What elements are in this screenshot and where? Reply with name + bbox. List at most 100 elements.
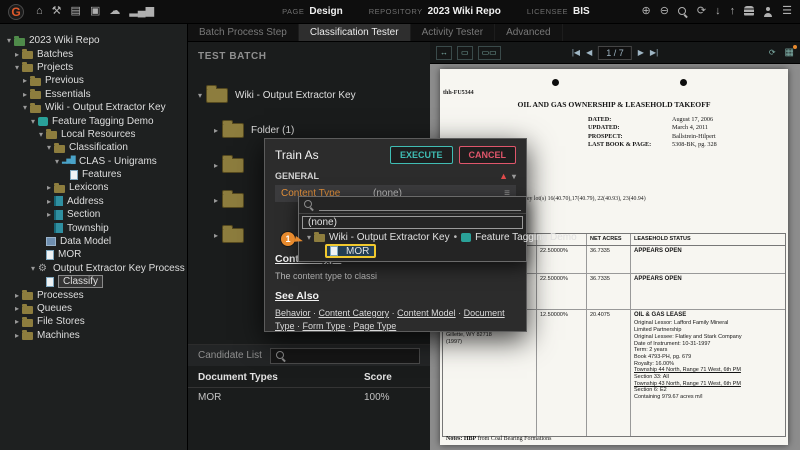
tree-item-local-resources[interactable]: ▾Local Resources — [0, 128, 187, 141]
expand-icon[interactable]: ▸ — [44, 197, 54, 206]
menu-icon[interactable]: ☰ — [782, 6, 792, 17]
expand-icon[interactable]: ▸ — [20, 76, 30, 85]
expand-icon[interactable]: ▸ — [12, 50, 22, 59]
repository-value[interactable]: 2023 Wiki Repo — [428, 6, 501, 17]
expand-icon[interactable]: ▸ — [12, 331, 22, 340]
child-node-label: Feature Tagging Demo — [475, 232, 577, 243]
thumbnails-icon[interactable]: ▦ — [785, 47, 794, 58]
zoom-out-icon[interactable]: ⊖ — [660, 6, 669, 17]
tab-activity-tester[interactable]: Activity Tester — [411, 24, 496, 41]
last-page-icon[interactable]: ▶| — [650, 48, 658, 57]
option-none[interactable]: (none) — [302, 216, 523, 229]
tree-item-township[interactable]: Township — [0, 221, 187, 234]
tree-item-label: Output Extractor Key Process — [53, 263, 185, 274]
upload-icon[interactable]: ↑ — [730, 6, 736, 17]
previous-page-icon[interactable]: ◀ — [586, 48, 592, 57]
tree-item-queues[interactable]: ▸Queues — [0, 302, 187, 315]
tree-item-wiki-output-extractor-key[interactable]: ▾Wiki - Output Extractor Key — [0, 101, 187, 114]
expand-icon[interactable]: ▸ — [210, 161, 222, 170]
collapse-icon[interactable]: ▾ — [194, 91, 206, 100]
tree-item-feature-tagging-demo[interactable]: ▾Feature Tagging Demo — [0, 114, 187, 127]
batch-folder-row[interactable]: ▾ Wiki - Output Extractor Key — [188, 78, 430, 113]
dialog-header: Train As EXECUTE CANCEL — [275, 146, 516, 164]
tree-item-clas-unigrams[interactable]: ▾CLAS - Unigrams — [0, 155, 187, 168]
collapse-icon[interactable]: ▾ — [44, 143, 54, 152]
collapse-icon[interactable]: ▾ — [304, 233, 314, 242]
tree-item-data-model[interactable]: Data Model — [0, 235, 187, 248]
collapse-icon[interactable]: ▾ — [4, 36, 14, 45]
tree-item-mor[interactable]: MOR — [0, 248, 187, 261]
dropdown-search-input[interactable] — [319, 199, 521, 211]
expand-icon[interactable]: ▸ — [12, 304, 22, 313]
tree-item-section[interactable]: ▸Section — [0, 208, 187, 221]
refresh-icon[interactable]: ⟳ — [697, 6, 706, 17]
rotate-icon[interactable]: ⟳ — [769, 48, 776, 57]
tree-item-label: Classify — [58, 275, 103, 288]
option-root-node[interactable]: ▾ Wiki - Output Extractor Key • Feature … — [299, 230, 526, 244]
tree-item-output-extractor-key-process[interactable]: ▾ Output Extractor Key Process — [0, 262, 187, 275]
candidate-row[interactable]: MOR 100% — [188, 388, 430, 407]
tree-item-file-stores[interactable]: ▸File Stores — [0, 315, 187, 328]
fit-width-icon[interactable]: ↔ — [436, 46, 452, 60]
tree-item-projects[interactable]: ▾Projects — [0, 61, 187, 74]
collapse-icon[interactable]: ▾ — [52, 157, 62, 166]
next-page-icon[interactable]: ▶ — [638, 48, 644, 57]
search-icon[interactable] — [678, 7, 688, 17]
tree-item-2023-wiki-repo[interactable]: ▾2023 Wiki Repo — [0, 34, 187, 47]
candidate-search-input[interactable] — [270, 348, 420, 364]
batches-icon[interactable]: ▤ — [71, 6, 81, 17]
tree-item-classify[interactable]: Classify — [0, 275, 187, 288]
expand-icon[interactable]: ▸ — [210, 196, 222, 205]
download-icon[interactable]: ↓ — [715, 6, 721, 17]
facing-pages-icon[interactable]: ▭▭ — [478, 46, 501, 60]
tree-item-classification[interactable]: ▾Classification — [0, 141, 187, 154]
expand-icon[interactable]: ▸ — [20, 90, 30, 99]
tab-advanced[interactable]: Advanced — [495, 24, 562, 41]
collapse-icon[interactable]: ▾ — [28, 264, 38, 273]
expand-icon[interactable]: ▸ — [210, 231, 222, 240]
tools-icon[interactable]: ⚒ — [52, 6, 62, 17]
execute-button[interactable]: EXECUTE — [390, 146, 453, 164]
chevron-down-icon[interactable]: ▾ — [512, 172, 516, 181]
collapse-icon[interactable]: ▾ — [28, 117, 38, 126]
collapse-icon[interactable]: ▾ — [12, 63, 22, 72]
page-indicator[interactable]: 1 / 7 — [598, 46, 632, 60]
stats-icon[interactable]: ▂▄▆ — [129, 6, 154, 17]
tree-item-address[interactable]: ▸Address — [0, 195, 187, 208]
tree-item-essentials[interactable]: ▸Essentials — [0, 88, 187, 101]
batch-folder-label: Wiki - Output Extractor Key — [235, 90, 356, 101]
link-separator: · — [456, 308, 464, 318]
zoom-in-icon[interactable]: ⊕ — [641, 6, 650, 17]
book-icon — [54, 223, 63, 233]
account-icon[interactable] — [763, 7, 773, 17]
database-icon[interactable] — [744, 6, 754, 17]
single-page-icon[interactable]: ▭ — [457, 46, 473, 60]
expand-icon[interactable]: ▸ — [12, 317, 22, 326]
tree-item-features[interactable]: Features — [0, 168, 187, 181]
expand-icon[interactable]: ▸ — [44, 210, 54, 219]
tree-item-lexicons[interactable]: ▸Lexicons — [0, 181, 187, 194]
cloud-upload-icon[interactable]: ☁ — [109, 6, 120, 17]
tree-item-previous[interactable]: ▸Previous — [0, 74, 187, 87]
link-content-category[interactable]: Content Category — [319, 308, 390, 318]
tree-item-machines[interactable]: ▸Machines — [0, 329, 187, 342]
tab-classification-tester[interactable]: Classification Tester — [299, 24, 411, 41]
first-page-icon[interactable]: |◀ — [572, 48, 580, 57]
page-value[interactable]: Design — [309, 6, 342, 17]
link-page-type[interactable]: Page Type — [353, 321, 396, 331]
home-icon[interactable]: ⌂ — [36, 6, 43, 17]
tree-item-batches[interactable]: ▸Batches — [0, 47, 187, 60]
box-icon[interactable]: ▣ — [90, 6, 100, 17]
link-content-model[interactable]: Content Model — [397, 308, 456, 318]
expand-icon[interactable]: ▸ — [44, 183, 54, 192]
expand-icon[interactable]: ▸ — [12, 291, 22, 300]
cancel-button[interactable]: CANCEL — [459, 146, 517, 164]
option-mor[interactable]: MOR — [299, 244, 526, 258]
expand-icon[interactable]: ▸ — [210, 126, 222, 135]
tab-batch-process-step[interactable]: Batch Process Step — [188, 24, 299, 41]
tree-item-processes[interactable]: ▸Processes — [0, 288, 187, 301]
link-form-type[interactable]: Form Type — [303, 321, 346, 331]
collapse-icon[interactable]: ▾ — [36, 130, 46, 139]
link-behavior[interactable]: Behavior — [275, 308, 311, 318]
collapse-icon[interactable]: ▾ — [20, 103, 30, 112]
